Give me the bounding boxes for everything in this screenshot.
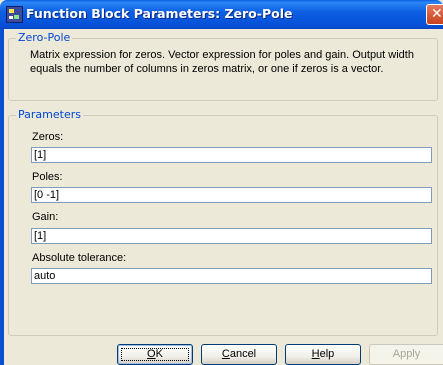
zeros-label: Zeros: bbox=[32, 131, 64, 143]
close-button[interactable]: ✕ bbox=[426, 4, 443, 25]
apply-button[interactable]: Apply bbox=[369, 344, 443, 365]
gain-label: Gain: bbox=[32, 211, 59, 223]
absolute-tolerance-label: Absolute tolerance: bbox=[32, 252, 127, 264]
ok-accel: O bbox=[147, 348, 156, 360]
poles-label: Poles: bbox=[32, 171, 63, 183]
gain-input[interactable]: [1] bbox=[31, 228, 432, 244]
ok-label: K bbox=[155, 348, 163, 360]
simulink-block-icon bbox=[6, 6, 23, 23]
apply-label: Apply bbox=[392, 348, 421, 360]
cancel-accel: C bbox=[221, 348, 230, 360]
close-icon: ✕ bbox=[431, 6, 443, 22]
cancel-button[interactable]: Cancel bbox=[201, 344, 277, 365]
help-button[interactable]: Help bbox=[285, 344, 361, 365]
absolute-tolerance-input[interactable]: auto bbox=[31, 268, 432, 284]
ok-button[interactable]: OK bbox=[117, 344, 193, 365]
block-description-text: Matrix expression for zeros. Vector expr… bbox=[30, 49, 414, 75]
cancel-label: ancel bbox=[229, 348, 257, 360]
poles-input[interactable]: [0 -1] bbox=[31, 187, 432, 203]
window-frame-left bbox=[0, 29, 4, 365]
help-accel: H bbox=[311, 348, 320, 360]
zeros-input[interactable]: [1] bbox=[31, 147, 432, 163]
title-bar[interactable]: Function Block Parameters: Zero-Pole ✕ bbox=[0, 0, 443, 29]
block-group-legend: Zero-Pole bbox=[16, 31, 73, 44]
parameters-group-legend: Parameters bbox=[16, 108, 83, 121]
help-label: elp bbox=[319, 348, 335, 360]
window-title: Function Block Parameters: Zero-Pole bbox=[26, 6, 293, 21]
